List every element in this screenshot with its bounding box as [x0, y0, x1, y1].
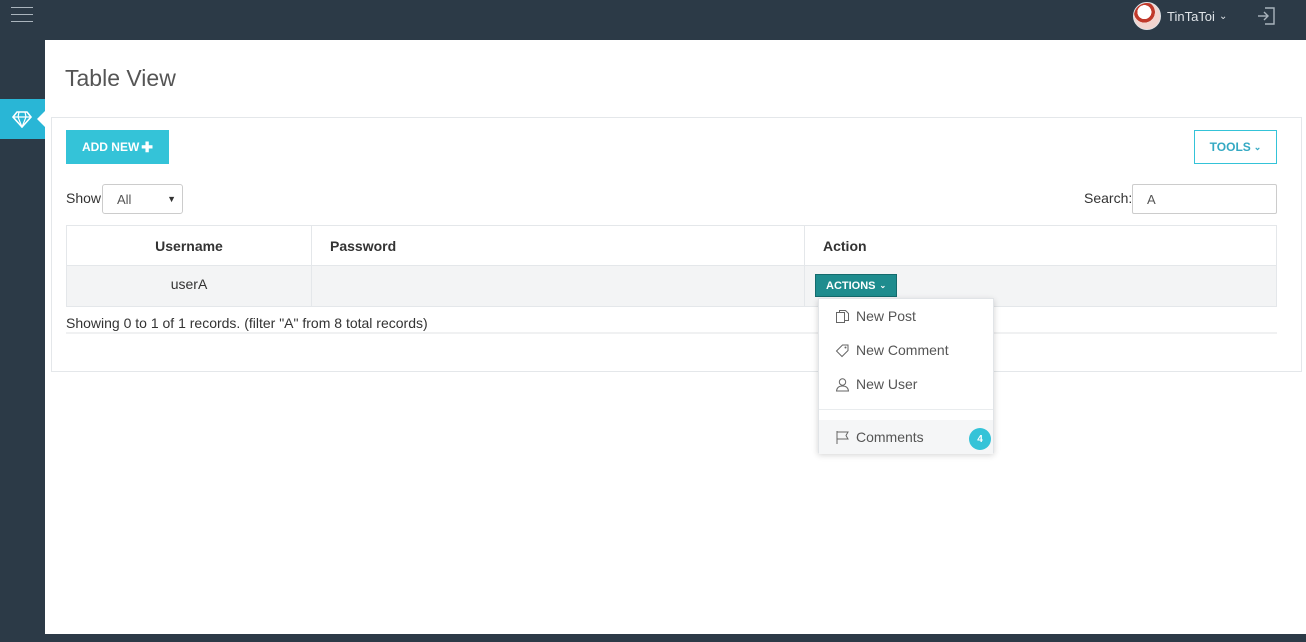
- show-label: Show: [66, 190, 102, 206]
- hamburger-line: [11, 21, 33, 22]
- menu-item-label: New User: [856, 376, 918, 392]
- column-header-password[interactable]: Password: [311, 225, 805, 266]
- sidebar-item-diamond[interactable]: [0, 99, 45, 139]
- tools-button[interactable]: TOOLS ⌄: [1194, 130, 1277, 164]
- table-panel: ADD NEW ✚ TOOLS ⌄ Show All ▼ Search: Use…: [51, 117, 1302, 372]
- hamburger-line: [11, 14, 33, 15]
- actions-dropdown-menu: New Post New Comment New User Comments 4: [818, 298, 994, 454]
- comments-count-badge: 4: [969, 428, 991, 450]
- hamburger-line: [11, 7, 33, 8]
- search-label: Search:: [1084, 190, 1133, 206]
- table-header-row: Username Password Action: [66, 225, 1277, 266]
- search-input[interactable]: [1132, 184, 1277, 214]
- cell-username: userA: [66, 265, 312, 307]
- chevron-down-icon: ⌄: [1218, 10, 1228, 22]
- add-new-button[interactable]: ADD NEW ✚: [66, 130, 169, 164]
- table-footer-divider: [66, 332, 1277, 334]
- logout-icon[interactable]: [1256, 6, 1278, 26]
- caret-down-icon: ▼: [167, 194, 176, 204]
- menu-item-new-post[interactable]: New Post: [819, 299, 993, 333]
- chevron-down-icon: ⌄: [879, 281, 887, 290]
- menu-divider: [819, 409, 993, 410]
- top-bar: TinTaToi ⌄: [0, 0, 1306, 40]
- page-title: Table View: [65, 65, 176, 91]
- column-header-action[interactable]: Action: [804, 225, 1277, 266]
- tools-label: TOOLS: [1209, 140, 1251, 154]
- table-row: userA ACTIONS ⌄: [66, 265, 1277, 307]
- cell-password: [311, 265, 805, 307]
- user-menu[interactable]: TinTaToi ⌄: [1133, 2, 1227, 30]
- main-content: Table View ADD NEW ✚ TOOLS ⌄ Show All ▼ …: [45, 40, 1306, 634]
- sidebar: [0, 40, 45, 642]
- copy-icon: [836, 309, 849, 323]
- avatar: [1133, 2, 1161, 30]
- flag-icon: [836, 430, 849, 444]
- username-label: TinTaToi: [1167, 8, 1215, 24]
- show-select-value: All: [117, 191, 132, 207]
- menu-item-label: New Comment: [856, 342, 949, 358]
- user-icon: [835, 377, 850, 391]
- menu-item-label: Comments: [856, 429, 924, 445]
- menu-item-label: New Post: [856, 308, 916, 324]
- hamburger-menu-icon[interactable]: [11, 6, 33, 24]
- records-summary: Showing 0 to 1 of 1 records. (filter "A"…: [66, 315, 428, 331]
- actions-button[interactable]: ACTIONS ⌄: [815, 274, 898, 297]
- menu-item-new-comment[interactable]: New Comment: [819, 333, 993, 367]
- menu-item-new-user[interactable]: New User: [819, 367, 993, 401]
- column-header-username[interactable]: Username: [66, 225, 312, 266]
- diamond-icon: [12, 111, 32, 128]
- data-table: Username Password Action userA ACTIONS ⌄: [66, 225, 1277, 307]
- tag-icon: [835, 344, 849, 357]
- chevron-down-icon: ⌄: [1253, 141, 1262, 152]
- plus-icon: ✚: [141, 138, 154, 155]
- data-table-wrapper: Username Password Action userA ACTIONS ⌄: [66, 225, 1277, 307]
- add-new-label: ADD NEW: [81, 140, 140, 154]
- show-select[interactable]: All ▼: [102, 184, 183, 214]
- menu-item-comments[interactable]: Comments 4: [819, 420, 993, 454]
- actions-label: ACTIONS: [826, 279, 876, 292]
